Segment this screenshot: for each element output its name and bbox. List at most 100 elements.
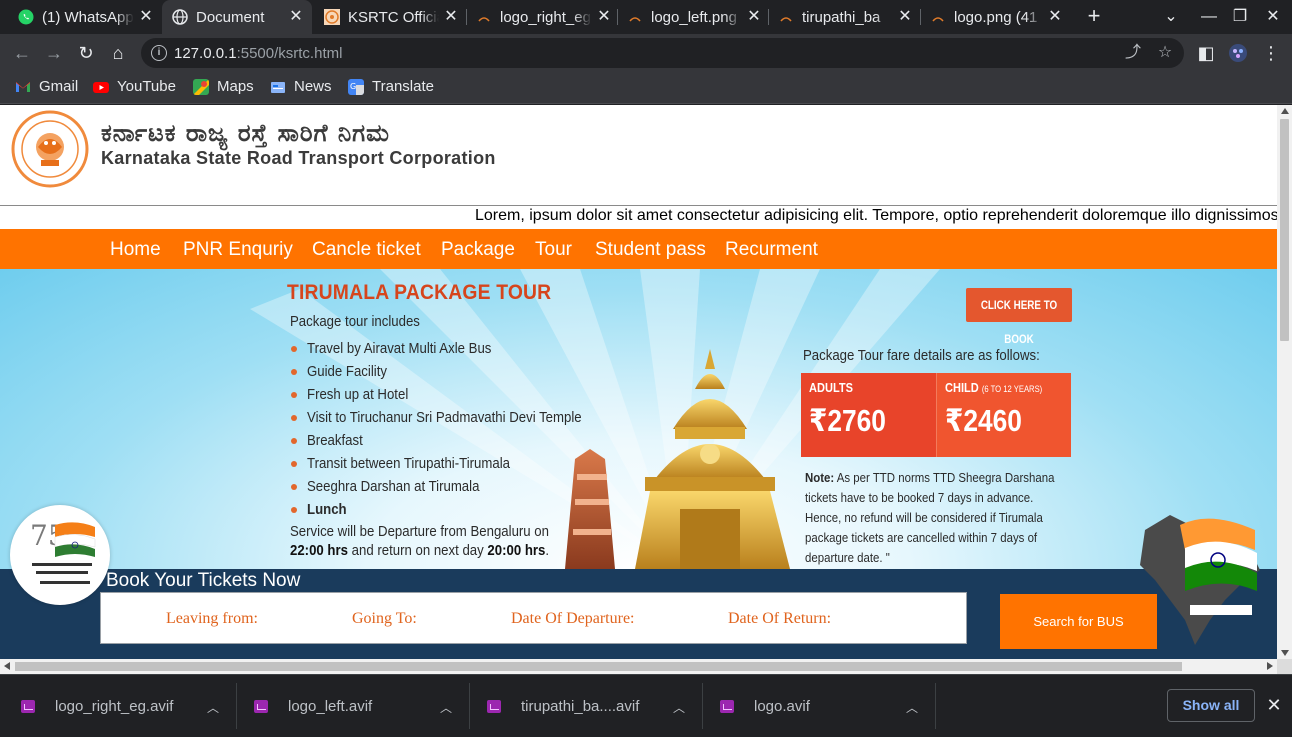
horizontal-scrollbar[interactable] — [0, 659, 1277, 674]
share-icon[interactable]: ⤴ — [1124, 44, 1142, 62]
book-now-button[interactable]: CLICK HERE TO BOOK — [966, 288, 1072, 346]
temple-illustration — [565, 349, 790, 569]
bookmark-news[interactable]: News — [270, 78, 332, 95]
menu-kebab-icon[interactable]: ⋮ — [1261, 43, 1281, 63]
download-item[interactable]: tirupathi_ba....avif ︿ — [487, 675, 697, 737]
close-window-button[interactable]: ✕ — [1262, 7, 1284, 27]
image-favicon-icon — [930, 9, 946, 25]
home-icon[interactable]: ⌂ — [108, 43, 128, 63]
return-date-field[interactable]: Date Of Return: — [728, 610, 831, 628]
profile-avatar[interactable] — [1228, 43, 1248, 63]
tab-logo-left[interactable]: logo_left.png ✕ — [627, 0, 762, 34]
tab-search-icon[interactable]: ⌄ — [1160, 7, 1182, 27]
translate-icon: G — [348, 78, 364, 95]
close-icon[interactable]: ✕ — [596, 9, 612, 25]
site-title-kannada: ಕರ್ನಾಟಕ ರಾಜ್ಯ ರಸ್ತೆ ಸಾರಿಗೆ ನಿಗಮ — [101, 119, 390, 147]
going-to-field[interactable]: Going To: — [352, 610, 417, 628]
nav-recruitment[interactable]: Recurment — [725, 239, 818, 261]
vertical-scrollbar[interactable] — [1277, 105, 1292, 659]
tab-tirupathi[interactable]: tirupathi_ba ✕ — [778, 0, 913, 34]
booking-form: Leaving from: Going To: Date Of Departur… — [100, 592, 967, 644]
tab-label: tirupathi_ba — [802, 8, 881, 26]
nav-home[interactable]: Home — [110, 239, 161, 261]
bookmark-maps[interactable]: Maps — [193, 78, 254, 95]
main-nav: Home PNR Enquriy Cancle ticket Package T… — [0, 229, 1277, 269]
chevron-up-icon[interactable]: ︿ — [673, 699, 685, 715]
forward-icon[interactable]: → — [44, 43, 64, 63]
bookmark-label: Maps — [217, 78, 254, 95]
site-title-english: Karnataka State Road Transport Corporati… — [101, 148, 496, 168]
reload-icon[interactable]: ↻ — [76, 43, 96, 63]
bookmark-label: News — [294, 78, 332, 95]
departure-date-field[interactable]: Date Of Departure: — [511, 610, 635, 628]
tab-strip: (1) WhatsApp ✕ Document ✕ KSRTC Official… — [0, 0, 1292, 34]
scrollbar-thumb[interactable] — [1280, 119, 1289, 341]
nav-cancel-ticket[interactable]: Cancle ticket — [312, 239, 421, 261]
image-file-icon — [254, 699, 268, 713]
nav-pnr-enquiry[interactable]: PNR Enquriy — [183, 239, 293, 261]
download-item[interactable]: logo.avif ︿ — [720, 675, 930, 737]
package-title: TIRUMALA PACKAGE TOUR — [287, 281, 552, 304]
page-viewport: ಕರ್ನಾಟಕ ರಾಜ್ಯ ರಸ್ತೆ ಸಾರಿಗೆ ನಿಗಮ Karnatak… — [0, 105, 1277, 659]
download-filename: logo_right_eg.avif — [55, 697, 174, 715]
scrollbar-thumb[interactable] — [15, 662, 1182, 671]
download-filename: logo_left.avif — [288, 697, 373, 715]
maps-icon — [193, 78, 209, 95]
tab-separator — [768, 9, 769, 25]
close-icon[interactable]: ✕ — [1047, 9, 1063, 25]
chevron-up-icon[interactable]: ︿ — [207, 699, 219, 715]
ksrtc-logo — [11, 110, 89, 188]
restore-button[interactable]: ❐ — [1229, 7, 1251, 27]
tab-separator — [617, 9, 618, 25]
tab-label: (1) WhatsApp — [42, 8, 134, 26]
site-info-icon[interactable]: i — [151, 45, 167, 61]
close-icon[interactable]: ✕ — [443, 9, 459, 25]
minimize-button[interactable]: — — [1198, 7, 1220, 27]
show-all-button[interactable]: Show all — [1167, 689, 1255, 722]
side-panel-icon[interactable]: ◧ — [1196, 43, 1216, 63]
globe-icon — [172, 9, 188, 25]
tab-separator — [466, 9, 467, 25]
adult-fare: ADULTS ₹2760 — [801, 373, 936, 457]
close-icon[interactable]: ✕ — [1265, 695, 1283, 715]
tab-logo-png[interactable]: logo.png (41 ✕ — [930, 0, 1063, 34]
nav-student-pass[interactable]: Student pass — [595, 239, 706, 261]
address-bar[interactable]: i 127.0.0.1:5500/ksrtc.html ⤴ ☆ — [141, 38, 1184, 68]
refund-note: Note: As per TTD norms TTD Sheegra Darsh… — [805, 470, 1055, 565]
url-text: 127.0.0.1:5500/ksrtc.html — [174, 45, 343, 62]
browser-toolbar: ← → ↻ ⌂ i 127.0.0.1:5500/ksrtc.html ⤴ ☆ … — [0, 34, 1292, 72]
download-item[interactable]: logo_left.avif ︿ — [254, 675, 464, 737]
bookmark-youtube[interactable]: YouTube — [93, 78, 176, 95]
bookmark-translate[interactable]: G Translate — [348, 78, 434, 95]
leaving-from-field[interactable]: Leaving from: — [166, 610, 258, 628]
download-filename: tirupathi_ba....avif — [521, 697, 640, 715]
fare-table: ADULTS ₹2760 CHILD (6 TO 12 YEARS) ₹2460 — [801, 373, 1071, 457]
tab-ksrtc[interactable]: KSRTC Official ✕ — [324, 0, 459, 34]
nav-package[interactable]: Package — [441, 239, 515, 261]
booking-title: Book Your Tickets Now — [106, 570, 301, 591]
bookmark-star-icon[interactable]: ☆ — [1156, 44, 1174, 62]
scrollbar-corner — [1277, 659, 1292, 674]
ksrtc-favicon-icon — [324, 9, 340, 25]
close-icon[interactable]: ✕ — [288, 9, 304, 25]
svg-text:G: G — [350, 82, 356, 91]
header-divider — [0, 205, 1277, 206]
close-icon[interactable]: ✕ — [897, 9, 913, 25]
download-item[interactable]: logo_right_eg.avif ︿ — [21, 675, 231, 737]
image-favicon-icon — [778, 9, 794, 25]
tab-label: logo_left.png — [651, 8, 737, 26]
bookmark-gmail[interactable]: Gmail — [15, 78, 78, 95]
tab-logo-right[interactable]: logo_right_eg ✕ — [476, 0, 612, 34]
tab-whatsapp[interactable]: (1) WhatsApp ✕ — [18, 0, 154, 34]
new-tab-button[interactable]: + — [1083, 5, 1105, 27]
close-icon[interactable]: ✕ — [746, 9, 762, 25]
youtube-icon — [93, 81, 109, 93]
tab-document[interactable]: Document ✕ — [162, 0, 312, 34]
nav-tour[interactable]: Tour — [535, 239, 572, 261]
close-icon[interactable]: ✕ — [138, 9, 154, 25]
chevron-up-icon[interactable]: ︿ — [440, 699, 452, 715]
chevron-up-icon[interactable]: ︿ — [906, 699, 918, 715]
tirumala-banner: TIRUMALA PACKAGE TOUR Package tour inclu… — [0, 269, 1277, 569]
child-fare: CHILD (6 TO 12 YEARS) ₹2460 — [935, 373, 1071, 457]
back-icon[interactable]: ← — [12, 43, 32, 63]
